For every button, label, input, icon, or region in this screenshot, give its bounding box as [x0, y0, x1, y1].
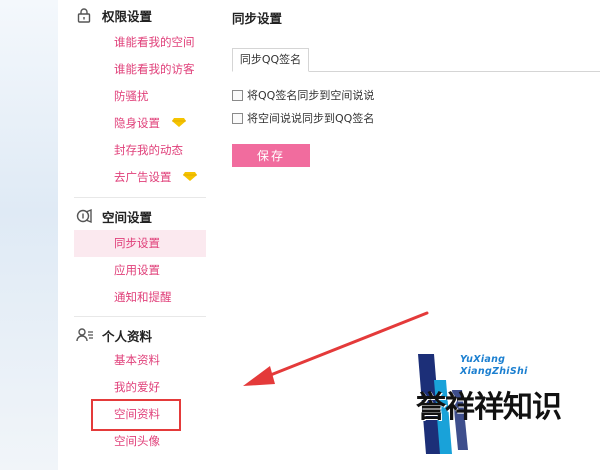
- section-title: 权限设置: [102, 8, 153, 24]
- page-title: 同步设置: [232, 11, 283, 26]
- annotation-highlight-box: [91, 399, 181, 431]
- sidebar-item-remove-ads[interactable]: 去广告设置: [74, 164, 206, 191]
- sidebar-item-label: 隐身设置: [114, 116, 160, 130]
- sidebar-item-label: 去广告设置: [114, 170, 172, 184]
- section-title: 空间设置: [102, 209, 153, 225]
- diamond-icon: [183, 164, 198, 191]
- sidebar-item-label: 我的爱好: [114, 380, 160, 394]
- sidebar-item-space-avatar[interactable]: 空间头像: [74, 428, 206, 455]
- sidebar-item-label: 空间头像: [114, 434, 160, 448]
- person-icon: [76, 327, 94, 343]
- watermark-logo: YuXiang XiangZhiShi 誉祥祥知识: [412, 350, 590, 458]
- section-header-personal-info: 个人资料: [76, 325, 152, 345]
- left-background-strip: [0, 0, 58, 470]
- sync-signature-to-moments-option[interactable]: 将QQ签名同步到空间说说: [232, 87, 374, 103]
- watermark-line1: YuXiang: [460, 354, 506, 365]
- sidebar-item-label: 谁能看我的访客: [114, 62, 195, 76]
- lock-icon: [76, 7, 94, 23]
- sidebar-item-label: 应用设置: [114, 263, 160, 277]
- watermark-text: 誉祥祥知识: [416, 390, 562, 425]
- sidebar-item-label: 谁能看我的空间: [114, 35, 195, 49]
- sidebar-item-who-can-see-space[interactable]: 谁能看我的空间: [74, 29, 206, 56]
- sidebar-item-archive-feed[interactable]: 封存我的动态: [74, 137, 206, 164]
- tab-sync-qq-signature[interactable]: 同步QQ签名: [232, 48, 309, 72]
- sidebar-item-app-settings[interactable]: 应用设置: [74, 257, 206, 284]
- sidebar-item-label: 通知和提醒: [114, 290, 172, 304]
- tab-bar: 同步QQ签名: [232, 48, 600, 72]
- sync-moments-to-signature-option[interactable]: 将空间说说同步到QQ签名: [232, 110, 374, 126]
- sync-signature-to-moments-checkbox[interactable]: [232, 89, 243, 101]
- sidebar-item-label: 防骚扰: [114, 89, 149, 103]
- watermark-line2: XiangZhiShi: [460, 366, 528, 377]
- sidebar-item-who-can-see-visitors[interactable]: 谁能看我的访客: [74, 56, 206, 83]
- section-header-permissions: 权限设置: [76, 5, 152, 25]
- section-header-space-settings: 空间设置: [76, 206, 152, 226]
- sidebar-item-label: 封存我的动态: [114, 143, 183, 157]
- sidebar-item-my-hobbies[interactable]: 我的爱好: [74, 374, 206, 401]
- option-label: 将空间说说同步到QQ签名: [247, 112, 375, 125]
- section-title: 个人资料: [102, 328, 153, 344]
- sidebar-item-anti-harassment[interactable]: 防骚扰: [74, 83, 206, 110]
- sync-moments-to-signature-checkbox[interactable]: [232, 112, 243, 124]
- save-button[interactable]: 保存: [232, 144, 310, 167]
- option-label: 将QQ签名同步到空间说说: [247, 89, 375, 102]
- sidebar-item-notifications[interactable]: 通知和提醒: [74, 284, 206, 311]
- sidebar-item-invisible-settings[interactable]: 隐身设置: [74, 110, 206, 137]
- sidebar-item-label: 基本资料: [114, 353, 160, 367]
- sidebar-item-sync-settings[interactable]: 同步设置: [74, 230, 206, 257]
- space-settings-icon: [76, 208, 94, 224]
- sidebar-item-basic-info[interactable]: 基本资料: [74, 347, 206, 374]
- diamond-icon: [171, 110, 186, 137]
- sidebar-divider: [74, 316, 206, 317]
- sidebar-divider: [74, 197, 206, 198]
- sidebar-item-label: 同步设置: [114, 236, 160, 250]
